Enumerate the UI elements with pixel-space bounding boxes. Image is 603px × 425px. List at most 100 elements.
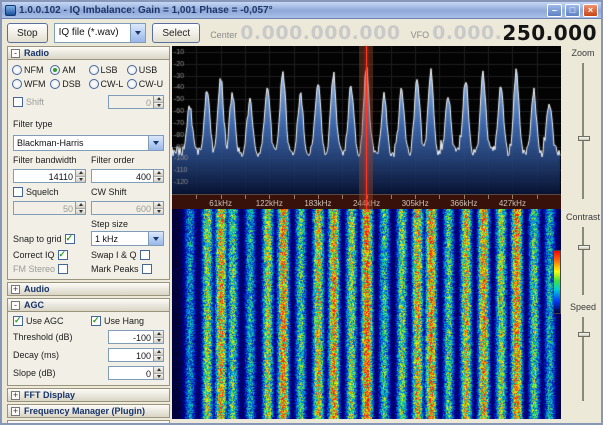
- shift-input[interactable]: 0: [108, 95, 164, 109]
- select-button[interactable]: Select: [152, 23, 201, 43]
- spinner[interactable]: [153, 349, 163, 361]
- dropdown-arrow-icon[interactable]: [130, 24, 146, 42]
- step-size-select[interactable]: 1 kHz: [91, 231, 164, 246]
- panel-header-recording[interactable]: + Recording (Plugin): [7, 420, 170, 423]
- cw-shift-input[interactable]: 600: [91, 201, 164, 215]
- freq-tick: [293, 195, 295, 199]
- spin-down-icon[interactable]: [154, 176, 163, 182]
- panel-header-fft-display[interactable]: + FFT Display: [7, 388, 170, 402]
- zoom-slider[interactable]: [574, 61, 592, 201]
- panel-header-audio[interactable]: + Audio: [7, 282, 170, 296]
- collapse-icon[interactable]: -: [11, 48, 20, 58]
- spin-down-icon[interactable]: [154, 373, 163, 379]
- speed-slider-thumb[interactable]: [578, 332, 590, 337]
- squelch-input[interactable]: 50: [13, 201, 86, 215]
- spin-down-icon[interactable]: [76, 208, 85, 214]
- radio-button[interactable]: [12, 79, 22, 89]
- correct-iq-checkbox[interactable]: Correct IQ: [13, 249, 86, 260]
- mode-cwl[interactable]: CW-L: [88, 79, 127, 89]
- checkbox[interactable]: [141, 264, 152, 274]
- checkbox[interactable]: [57, 249, 68, 260]
- radio-button[interactable]: [126, 65, 137, 75]
- freq-tick: [390, 195, 392, 199]
- mode-usb[interactable]: USB: [126, 65, 165, 75]
- fm-stereo-checkbox[interactable]: FM Stereo: [13, 264, 86, 274]
- spinner[interactable]: [153, 202, 163, 214]
- slope-input[interactable]: 0: [108, 366, 164, 380]
- freq-tick-label: 183kHz: [304, 199, 332, 208]
- minimize-button[interactable]: –: [547, 3, 562, 17]
- close-button[interactable]: ×: [583, 3, 598, 17]
- contrast-slider-thumb[interactable]: [578, 245, 590, 250]
- radio-button[interactable]: [50, 65, 61, 75]
- expand-icon[interactable]: +: [11, 390, 20, 400]
- threshold-input[interactable]: -100: [108, 330, 164, 344]
- shift-checkbox[interactable]: Shift: [13, 97, 44, 107]
- spinner[interactable]: [153, 367, 163, 379]
- radio-button[interactable]: [126, 79, 137, 89]
- vfo-frequency-prefix[interactable]: 0.000.: [432, 22, 502, 44]
- mode-lsb[interactable]: LSB: [88, 65, 127, 75]
- panel-header-frequency-manager[interactable]: + Frequency Manager (Plugin): [7, 404, 170, 418]
- maximize-button[interactable]: □: [565, 3, 580, 17]
- panel-header-agc[interactable]: - AGC: [7, 298, 170, 312]
- dropdown-arrow-icon[interactable]: [148, 136, 163, 150]
- radio-button[interactable]: [88, 79, 99, 89]
- swap-iq-checkbox[interactable]: Swap I & Q: [91, 250, 164, 260]
- spinner[interactable]: [153, 96, 163, 108]
- checkbox[interactable]: [13, 315, 23, 326]
- use-agc-checkbox[interactable]: Use AGC: [13, 315, 86, 326]
- mode-dsb[interactable]: DSB: [50, 79, 88, 89]
- waterfall-canvas[interactable]: [172, 209, 561, 419]
- zoom-slider-thumb[interactable]: [578, 136, 590, 141]
- expand-icon[interactable]: +: [11, 284, 20, 294]
- panel-header-radio[interactable]: - Radio: [7, 46, 170, 60]
- contrast-slider-track[interactable]: [578, 227, 590, 295]
- checkbox[interactable]: [91, 315, 101, 326]
- checkbox[interactable]: [139, 250, 150, 260]
- spin-down-icon[interactable]: [154, 337, 163, 343]
- stop-button[interactable]: Stop: [7, 23, 48, 43]
- spinner[interactable]: [153, 170, 163, 182]
- filter-type-select[interactable]: Blackman-Harris: [13, 135, 164, 151]
- radio-button[interactable]: [12, 65, 22, 75]
- center-frequency-value[interactable]: 0.000.000.000: [240, 22, 400, 44]
- filter-order-input[interactable]: 400: [91, 169, 164, 183]
- expand-icon[interactable]: +: [11, 406, 20, 416]
- speed-slider-track[interactable]: [578, 317, 590, 401]
- radio-button[interactable]: [88, 65, 99, 75]
- source-select-value[interactable]: IQ file (*.wav): [55, 24, 131, 42]
- mode-nfm[interactable]: NFM: [12, 65, 50, 75]
- mode-wfm[interactable]: WFM: [12, 79, 50, 89]
- vfo-frequency-value[interactable]: 250.000: [502, 21, 597, 45]
- checkbox[interactable]: [58, 264, 69, 274]
- checkbox[interactable]: [64, 233, 75, 244]
- mode-cwu[interactable]: CW-U: [126, 79, 165, 89]
- frequency-scale[interactable]: 61kHz 122kHz 183kHz 244kHz 305kHz 366kHz 427kH…: [172, 194, 561, 209]
- radio-button[interactable]: [50, 79, 61, 89]
- contrast-slider[interactable]: [574, 225, 592, 297]
- squelch-checkbox[interactable]: Squelch: [13, 187, 86, 197]
- collapse-icon[interactable]: -: [11, 300, 20, 310]
- fft-spectrum-canvas[interactable]: [172, 46, 561, 194]
- zoom-slider-track[interactable]: [578, 63, 590, 199]
- panel-radio: - Radio NFM AM LSB USB WFM DSB CW-L CW-U…: [7, 46, 170, 280]
- checkbox[interactable]: [13, 97, 23, 107]
- spin-down-icon[interactable]: [154, 102, 163, 108]
- decay-input[interactable]: 100: [108, 348, 164, 362]
- snap-to-grid-checkbox[interactable]: Snap to grid: [13, 233, 86, 244]
- spinner[interactable]: [75, 170, 85, 182]
- mode-am[interactable]: AM: [50, 65, 88, 75]
- spin-down-icon[interactable]: [154, 355, 163, 361]
- spinner[interactable]: [75, 202, 85, 214]
- spin-down-icon[interactable]: [154, 208, 163, 214]
- spin-down-icon[interactable]: [76, 176, 85, 182]
- spinner[interactable]: [153, 331, 163, 343]
- use-hang-checkbox[interactable]: Use Hang: [91, 315, 164, 326]
- checkbox[interactable]: [13, 187, 23, 197]
- mark-peaks-checkbox[interactable]: Mark Peaks: [91, 264, 164, 274]
- filter-bandwidth-input[interactable]: 14110: [13, 169, 86, 183]
- speed-slider[interactable]: [574, 315, 592, 403]
- dropdown-arrow-icon[interactable]: [148, 232, 163, 245]
- source-select[interactable]: IQ file (*.wav): [53, 23, 147, 43]
